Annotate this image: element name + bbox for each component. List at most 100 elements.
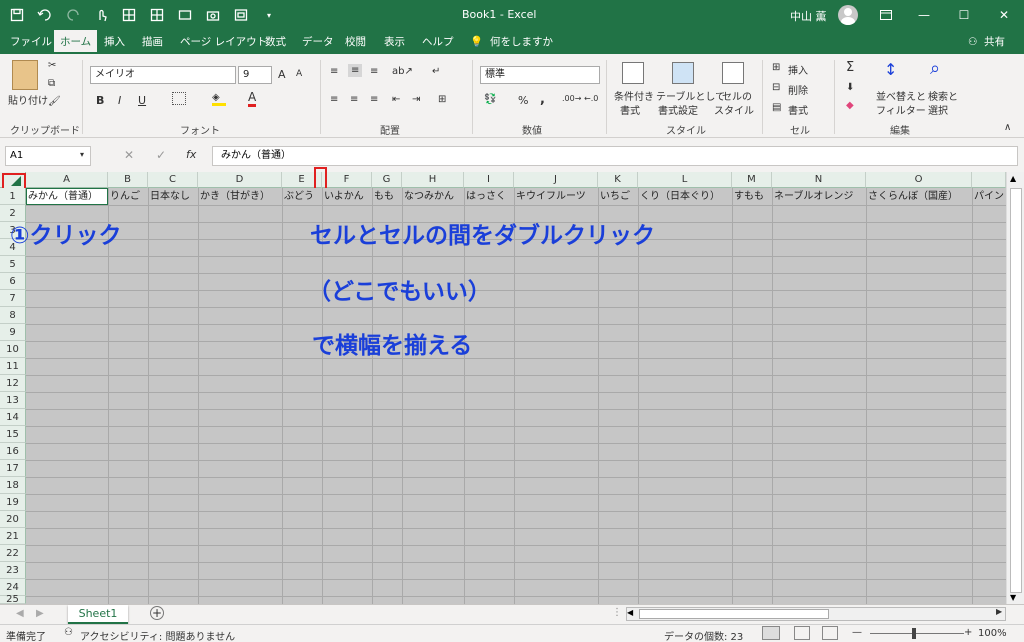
search-icon[interactable]: ⌕ xyxy=(930,58,940,79)
maximize-button[interactable]: ☐ xyxy=(944,0,984,30)
tab-help[interactable]: ヘルプ xyxy=(422,30,454,54)
column-header-g[interactable]: G xyxy=(372,172,402,188)
column-header-b[interactable]: B xyxy=(108,172,148,188)
touch-mode-icon[interactable] xyxy=(90,5,112,25)
cell-o1[interactable]: さくらんぼ（国産） xyxy=(866,188,972,205)
format-table-icon[interactable] xyxy=(672,62,694,84)
cell-styles-label-1[interactable]: セルの xyxy=(722,88,752,103)
currency-icon[interactable]: 💱 xyxy=(484,94,496,105)
scroll-left-icon[interactable]: ◀ xyxy=(627,608,633,617)
orientation-icon[interactable]: ab↗ xyxy=(392,66,413,77)
column-header-o[interactable]: O xyxy=(866,172,972,188)
close-button[interactable]: ✕ xyxy=(984,0,1024,30)
format-cells-button[interactable]: 書式 xyxy=(788,102,808,117)
cell-c1[interactable]: 日本なし xyxy=(148,188,198,205)
row-header-6[interactable]: 6 xyxy=(0,273,26,290)
vertical-scroll-thumb[interactable] xyxy=(1010,188,1022,593)
row-header-20[interactable]: 20 xyxy=(0,511,26,528)
paste-icon[interactable] xyxy=(12,60,38,90)
tab-insert[interactable]: 挿入 xyxy=(104,30,125,54)
sort-filter-label-1[interactable]: 並べ替えと xyxy=(876,88,926,103)
borders-icon[interactable] xyxy=(118,5,140,25)
row-header-16[interactable]: 16 xyxy=(0,443,26,460)
page-layout-view-icon[interactable] xyxy=(794,626,810,640)
enter-icon[interactable]: ✓ xyxy=(156,148,166,162)
normal-view-icon[interactable] xyxy=(762,626,780,640)
column-header-n[interactable]: N xyxy=(772,172,866,188)
row-header-14[interactable]: 14 xyxy=(0,409,26,426)
share-icon[interactable]: ⚇ xyxy=(968,30,977,54)
camera-icon[interactable] xyxy=(202,5,224,25)
delete-cells-button[interactable]: 削除 xyxy=(788,82,808,97)
ribbon-display-icon[interactable] xyxy=(866,0,906,30)
user-name[interactable]: 中山 薫 xyxy=(790,8,827,24)
row-header-7[interactable]: 7 xyxy=(0,290,26,307)
cell-m1[interactable]: すもも xyxy=(732,188,772,205)
sheet-tab-sheet1[interactable]: Sheet1 xyxy=(68,605,128,624)
page-break-view-icon[interactable] xyxy=(822,626,838,640)
zoom-slider[interactable] xyxy=(870,633,964,634)
sort-filter-icon[interactable]: ↕ xyxy=(884,60,897,79)
row-header-15[interactable]: 15 xyxy=(0,426,26,443)
table-icon[interactable] xyxy=(146,5,168,25)
redo-icon[interactable] xyxy=(62,5,84,25)
share-button[interactable]: 共有 xyxy=(984,30,1005,54)
align-left-icon[interactable]: ≡ xyxy=(330,94,338,105)
italic-button[interactable]: I xyxy=(118,94,121,107)
fill-icon[interactable]: ⬇ xyxy=(846,82,854,93)
row-header-17[interactable]: 17 xyxy=(0,460,26,477)
column-header-h[interactable]: H xyxy=(402,172,464,188)
format-table-label-1[interactable]: テーブルとして xyxy=(656,88,725,103)
insert-cells-button[interactable]: 挿入 xyxy=(788,62,808,77)
customize-qat-icon[interactable]: ▾ xyxy=(258,5,280,25)
horizontal-scroll-thumb[interactable] xyxy=(639,609,829,619)
tab-draw[interactable]: 描画 xyxy=(142,30,163,54)
name-box[interactable]: A1 xyxy=(5,146,91,166)
zoom-slider-thumb[interactable] xyxy=(912,628,916,639)
zoom-in-button[interactable]: + xyxy=(964,627,972,638)
align-bottom-icon[interactable]: ≡ xyxy=(370,66,378,77)
fill-color-icon[interactable]: ◈ xyxy=(212,92,226,106)
tab-split-handle[interactable]: ⋮ xyxy=(612,607,622,618)
vertical-scrollbar[interactable]: ▲ ▼ xyxy=(1006,172,1024,604)
find-select-label-1[interactable]: 検索と xyxy=(928,88,958,103)
avatar[interactable] xyxy=(838,5,858,25)
next-sheet-icon[interactable]: ▶ xyxy=(36,608,44,619)
cell-k1[interactable]: いちご xyxy=(598,188,638,205)
prev-sheet-icon[interactable]: ◀ xyxy=(16,608,24,619)
increase-decimal-icon[interactable]: .00→ xyxy=(562,94,581,103)
align-top-icon[interactable]: ≡ xyxy=(330,66,338,77)
column-header-c[interactable]: C xyxy=(148,172,198,188)
merge-center-icon[interactable]: ⊞ xyxy=(438,94,446,105)
conditional-format-label-2[interactable]: 書式 xyxy=(620,102,640,117)
column-header-p[interactable] xyxy=(972,172,1006,188)
column-header-d[interactable]: D xyxy=(198,172,282,188)
column-header-a[interactable]: A xyxy=(26,172,108,188)
align-center-icon[interactable]: ≡ xyxy=(350,94,358,105)
tab-page-layout[interactable]: ページ レイアウト xyxy=(180,30,267,54)
paste-button[interactable]: 貼り付け xyxy=(8,92,48,107)
cell-styles-label-2[interactable]: スタイル xyxy=(714,102,754,117)
row-header-8[interactable]: 8 xyxy=(0,307,26,324)
font-color-button[interactable]: A xyxy=(248,91,257,107)
minimize-button[interactable]: — xyxy=(904,0,944,30)
cell-e1[interactable]: ぶどう xyxy=(282,188,322,205)
format-table-label-2[interactable]: 書式設定 xyxy=(658,102,698,117)
conditional-format-label-1[interactable]: 条件付き xyxy=(614,88,654,103)
cell-d1[interactable]: かき（甘がき） xyxy=(198,188,282,205)
decrease-indent-icon[interactable]: ⇤ xyxy=(392,94,400,105)
scroll-right-icon[interactable]: ▶ xyxy=(996,607,1002,616)
sort-filter-label-2[interactable]: フィルター xyxy=(876,102,926,117)
format-cells-icon[interactable]: ▤ xyxy=(772,102,781,113)
number-format-select[interactable]: 標準 xyxy=(480,66,600,84)
delete-cells-icon[interactable]: ⊟ xyxy=(772,82,780,93)
bold-button[interactable]: B xyxy=(96,94,104,107)
cell-g1[interactable]: もも xyxy=(372,188,402,205)
cut-icon[interactable]: ✂ xyxy=(48,60,56,71)
tab-home[interactable]: ホーム xyxy=(54,30,98,54)
zoom-level[interactable]: 100% xyxy=(978,628,1007,639)
undo-icon[interactable] xyxy=(34,5,56,25)
row-header-19[interactable]: 19 xyxy=(0,494,26,511)
row-header-13[interactable]: 13 xyxy=(0,392,26,409)
row-header-9[interactable]: 9 xyxy=(0,324,26,341)
